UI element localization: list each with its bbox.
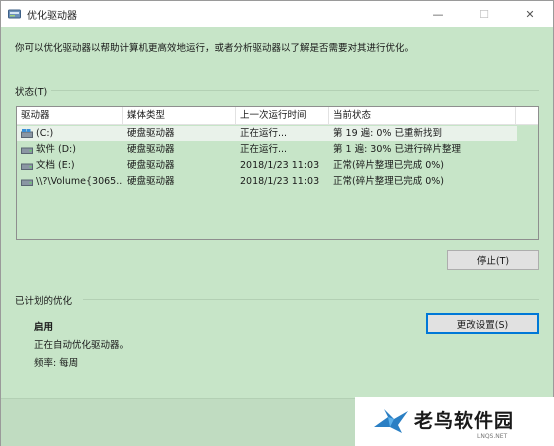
media-type: 硬盘驱动器 bbox=[127, 176, 175, 187]
media-type: 硬盘驱动器 bbox=[127, 128, 175, 139]
schedule-info: 正在自动优化驱动器。 bbox=[34, 340, 130, 351]
stop-button[interactable]: 停止(T) bbox=[447, 250, 539, 270]
last-run-time: 正在运行... bbox=[240, 144, 288, 155]
media-type: 硬盘驱动器 bbox=[127, 144, 175, 155]
current-status: 第 19 遍: 0% 已重新找到 bbox=[333, 128, 442, 139]
drive-row-d[interactable]: 软件 (D:) 硬盘驱动器 正在运行... 第 1 遍: 30% 已进行碎片整理 bbox=[17, 142, 517, 157]
close-button[interactable]: ✕ bbox=[507, 1, 553, 27]
optimize-drives-app-icon bbox=[8, 9, 21, 19]
drive-name: \\?\Volume{3065... bbox=[36, 176, 122, 187]
optimize-drives-window: 优化驱动器 — ☐ ✕ 你可以优化驱动器以帮助计算机更高效地运行，或者分析驱动器… bbox=[0, 0, 554, 446]
scheduled-divider bbox=[83, 299, 539, 300]
hard-drive-icon bbox=[21, 147, 33, 154]
current-status: 正常(碎片整理已完成 0%) bbox=[333, 176, 445, 187]
column-header-drive[interactable]: 驱动器 bbox=[17, 107, 123, 125]
drive-name: (C:) bbox=[36, 128, 54, 139]
drive-row-e[interactable]: 文档 (E:) 硬盘驱动器 2018/1/23 11:03 正常(碎片整理已完成… bbox=[17, 158, 517, 173]
title-bar[interactable]: 优化驱动器 — ☐ ✕ bbox=[1, 1, 553, 27]
maximize-icon: ☐ bbox=[479, 7, 489, 21]
column-header-media-type[interactable]: 媒体类型 bbox=[123, 107, 236, 125]
watermark: 老鸟软件园 LNQS.NET bbox=[355, 397, 554, 446]
column-header-last-run[interactable]: 上一次运行时间 bbox=[236, 107, 329, 125]
scheduled-section-label: 已计划的优化 bbox=[15, 296, 73, 307]
window-title: 优化驱动器 bbox=[27, 11, 77, 22]
windows-drive-icon bbox=[21, 129, 33, 138]
bird-logo-icon bbox=[374, 409, 408, 433]
column-header-current-status[interactable]: 当前状态 bbox=[329, 107, 516, 125]
minimize-icon: — bbox=[432, 7, 444, 21]
drive-row-c[interactable]: (C:) 硬盘驱动器 正在运行... 第 19 遍: 0% 已重新找到 bbox=[17, 126, 517, 141]
current-status: 第 1 遍: 30% 已进行碎片整理 bbox=[333, 144, 461, 155]
last-run-time: 2018/1/23 11:03 bbox=[240, 176, 320, 187]
current-status: 正常(碎片整理已完成 0%) bbox=[333, 160, 445, 171]
drive-name: 文档 (E:) bbox=[36, 160, 75, 171]
schedule-frequency: 频率: 每周 bbox=[34, 358, 79, 369]
minimize-button[interactable]: — bbox=[415, 1, 461, 27]
schedule-state: 启用 bbox=[34, 322, 54, 333]
hard-drive-icon bbox=[21, 179, 33, 186]
media-type: 硬盘驱动器 bbox=[127, 160, 175, 171]
status-section-label: 状态(T) bbox=[15, 87, 48, 98]
hard-drive-icon bbox=[21, 163, 33, 170]
last-run-time: 2018/1/23 11:03 bbox=[240, 160, 320, 171]
change-settings-button[interactable]: 更改设置(S) bbox=[426, 313, 539, 334]
drives-list-header: 驱动器 媒体类型 上一次运行时间 当前状态 bbox=[17, 107, 538, 125]
description-text: 你可以优化驱动器以帮助计算机更高效地运行，或者分析驱动器以了解是否需要对其进行优… bbox=[15, 43, 415, 54]
watermark-subtext: LNQS.NET bbox=[477, 433, 508, 440]
close-icon: ✕ bbox=[525, 7, 535, 21]
status-divider bbox=[51, 90, 539, 91]
maximize-button[interactable]: ☐ bbox=[461, 1, 507, 27]
last-run-time: 正在运行... bbox=[240, 128, 288, 139]
drive-row-volume[interactable]: \\?\Volume{3065... 硬盘驱动器 2018/1/23 11:03… bbox=[17, 174, 517, 189]
drive-name: 软件 (D:) bbox=[36, 144, 76, 155]
watermark-text: 老鸟软件园 bbox=[414, 410, 515, 432]
drives-list[interactable]: 驱动器 媒体类型 上一次运行时间 当前状态 (C:) 硬盘驱动器 正在运行...… bbox=[16, 106, 539, 240]
